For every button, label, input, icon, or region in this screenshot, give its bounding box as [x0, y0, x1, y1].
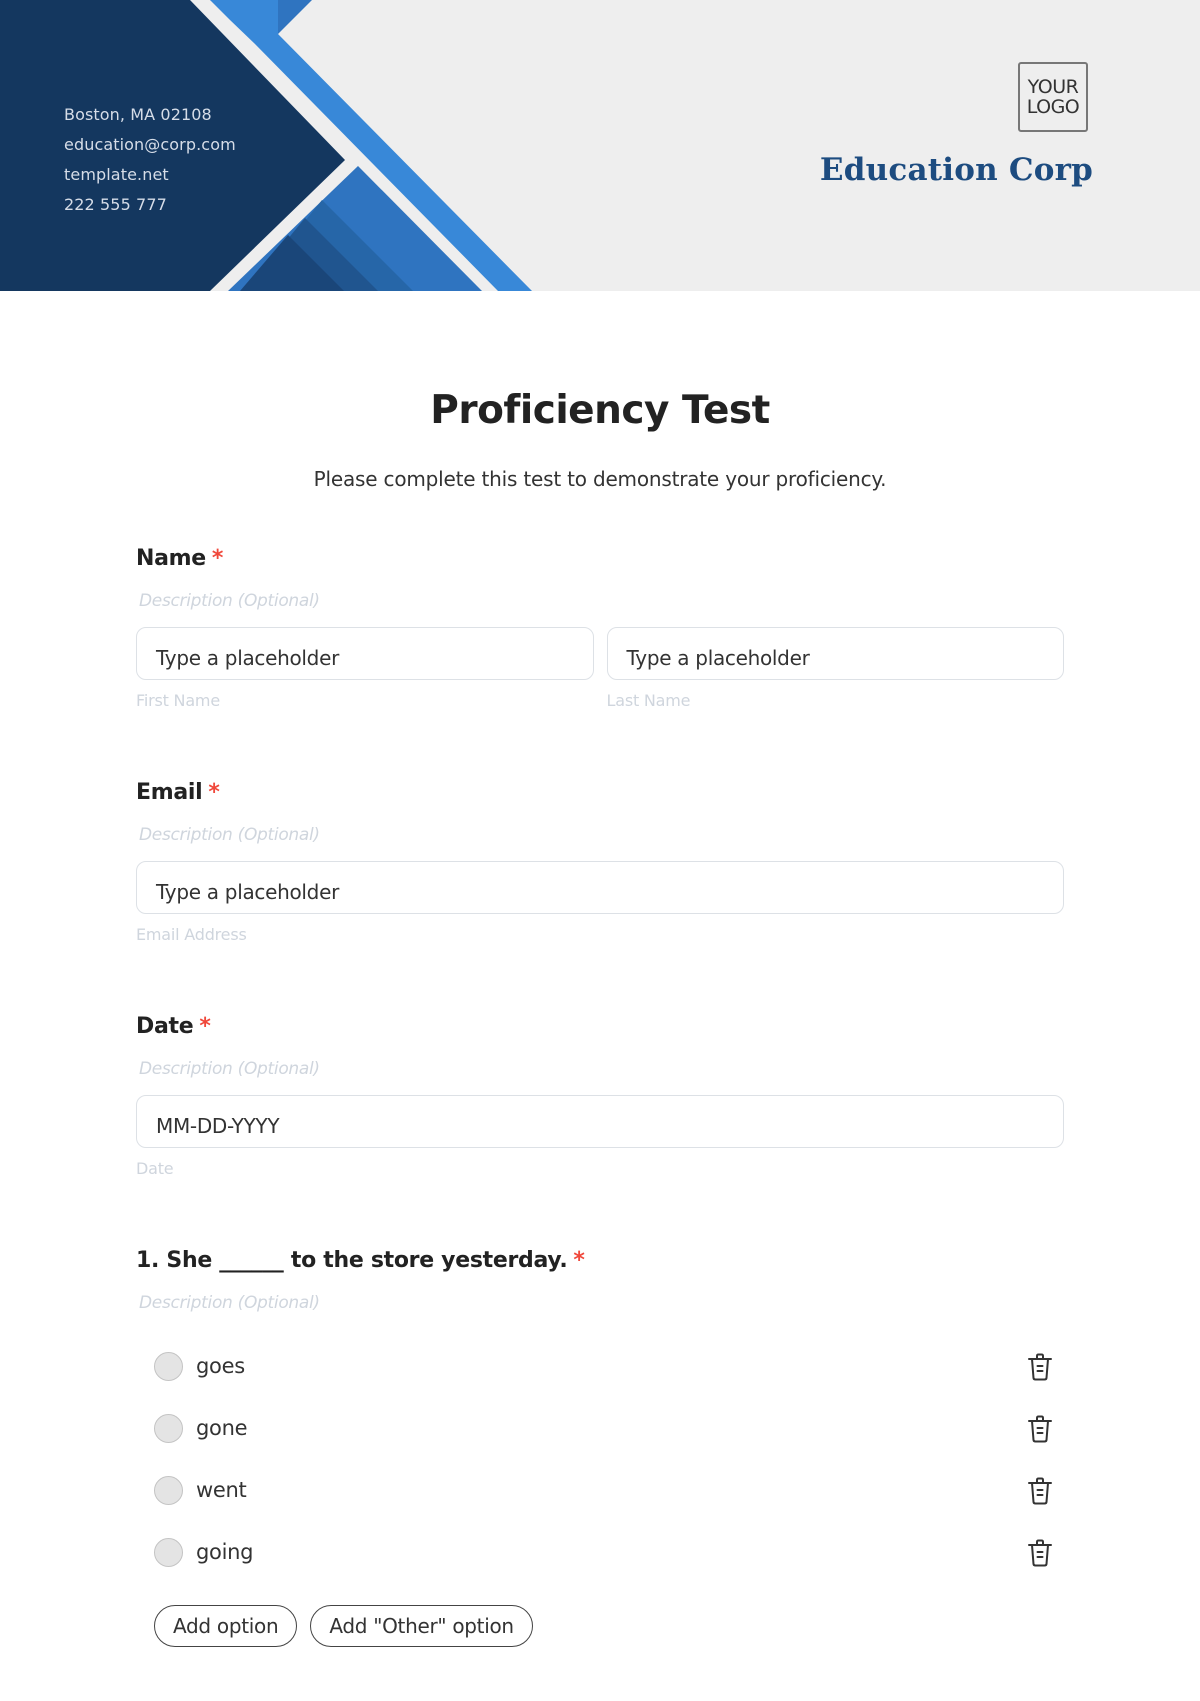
contact-phone: 222 555 777 — [64, 195, 167, 214]
field-label: Date * — [136, 1014, 1064, 1039]
header-banner: Boston, MA 02108 education@corp.com temp… — [0, 0, 1200, 291]
option-item: going — [136, 1521, 1064, 1583]
label-text: Date — [136, 1014, 194, 1039]
field-label: Name * — [136, 546, 1064, 571]
required-marker: * — [211, 546, 224, 571]
question-1: 1. She ______ to the store yesterday. * D… — [136, 1248, 1064, 1647]
contact-email: education@corp.com — [64, 135, 236, 154]
first-name-input[interactable]: Type a placeholder — [136, 627, 594, 680]
logo-text: YOUR — [1027, 76, 1079, 98]
option-item: went — [136, 1459, 1064, 1521]
add-option-button[interactable]: Add option — [154, 1605, 298, 1647]
question-description[interactable]: Description (Optional) — [139, 1293, 1064, 1313]
label-text: Email — [136, 780, 203, 805]
option-label[interactable]: goes — [196, 1354, 245, 1378]
required-marker: * — [573, 1248, 585, 1273]
option-label[interactable]: gone — [196, 1416, 248, 1440]
required-marker: * — [208, 780, 220, 805]
radio-button[interactable] — [154, 1413, 183, 1443]
last-name-sublabel: Last Name — [606, 691, 691, 710]
contact-website: template.net — [64, 165, 169, 184]
logo-placeholder: YOUR LOGO — [1018, 62, 1088, 132]
field-description[interactable]: Description (Optional) — [139, 591, 1064, 611]
date-input[interactable]: MM-DD-YYYY — [136, 1095, 1064, 1148]
form-subtitle: Please complete this test to demonstrate… — [313, 467, 887, 491]
label-text: Name — [136, 546, 206, 571]
email-sublabel: Email Address — [136, 925, 247, 944]
field-name: Name * Description (Optional) Type a plac… — [136, 546, 1064, 710]
trash-icon[interactable] — [1026, 1476, 1054, 1506]
form-title: Proficiency Test — [430, 388, 770, 433]
field-label: Email * — [136, 780, 1064, 805]
trash-icon[interactable] — [1026, 1352, 1054, 1382]
email-input[interactable]: Type a placeholder — [136, 861, 1064, 914]
radio-button[interactable] — [154, 1537, 183, 1567]
option-item: goes — [136, 1335, 1064, 1397]
option-label[interactable]: went — [196, 1478, 247, 1502]
option-item: gone — [136, 1397, 1064, 1459]
add-other-option-button[interactable]: Add "Other" option — [310, 1605, 533, 1647]
question-label: 1. She ______ to the store yesterday. * — [136, 1248, 1064, 1273]
field-date: Date * Description (Optional) MM-DD-YYYY … — [136, 1014, 1064, 1178]
contact-address: Boston, MA 02108 — [64, 105, 212, 124]
logo-text: LOGO — [1026, 96, 1080, 118]
trash-icon[interactable] — [1026, 1414, 1054, 1444]
trash-icon[interactable] — [1026, 1538, 1054, 1568]
contact-info: Boston, MA 02108 education@corp.com temp… — [64, 100, 236, 220]
company-name: Education Corp — [819, 152, 1093, 188]
radio-button[interactable] — [154, 1351, 183, 1381]
field-email: Email * Description (Optional) Type a pla… — [136, 780, 1064, 944]
last-name-input[interactable]: Type a placeholder — [606, 627, 1064, 680]
label-text: 1. She ______ to the store yesterday. — [136, 1248, 568, 1273]
field-description[interactable]: Description (Optional) — [139, 825, 1064, 845]
option-label[interactable]: going — [196, 1540, 253, 1564]
options-list: goes gone went going — [136, 1335, 1064, 1583]
radio-button[interactable] — [154, 1475, 183, 1505]
first-name-sublabel: First Name — [136, 691, 220, 710]
date-sublabel: Date — [136, 1159, 174, 1178]
field-description[interactable]: Description (Optional) — [139, 1059, 1064, 1079]
required-marker: * — [199, 1014, 211, 1039]
